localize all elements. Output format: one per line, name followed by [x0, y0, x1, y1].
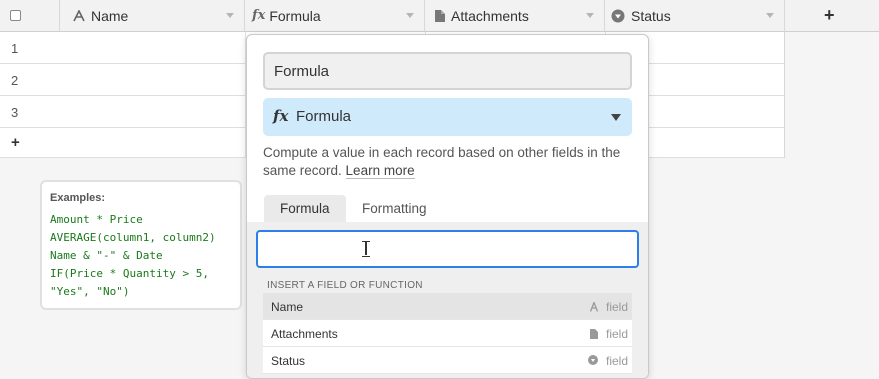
field-name-input[interactable]: Formula: [263, 52, 632, 90]
column-label-formula: Formula: [269, 7, 321, 24]
attachment-icon: [590, 329, 598, 339]
field-item-tag: field: [605, 327, 628, 341]
text-cursor-icon: [362, 241, 370, 257]
field-type-description: Compute a value in each record based on …: [263, 144, 635, 180]
insert-field-header: INSERT A FIELD OR FUNCTION: [267, 280, 423, 291]
row-number: 3: [11, 105, 19, 120]
status-icon: [611, 9, 625, 23]
field-item-name: Status: [271, 354, 306, 368]
text-icon: [73, 9, 85, 22]
example-line: IF(Price * Quantity > 5,: [50, 267, 209, 280]
column-label-attachments: Attachments: [451, 7, 529, 24]
list-item[interactable]: Name field: [263, 293, 632, 320]
description-text: Compute a value in each record based on …: [263, 145, 621, 178]
column-divider: [784, 32, 785, 158]
examples-title: Examples:: [50, 192, 106, 204]
example-line: Name & "-" & Date: [50, 249, 163, 262]
column-header-name[interactable]: Name: [60, 0, 245, 32]
field-type-label: Formula: [296, 108, 352, 125]
example-line: AVERAGE(column1, column2): [50, 231, 216, 244]
formula-input[interactable]: [256, 230, 639, 268]
column-header-status[interactable]: Status: [605, 0, 785, 32]
learn-more-link[interactable]: Learn more: [345, 163, 415, 179]
tab-formula[interactable]: Formula: [264, 195, 346, 222]
select-all-header[interactable]: [0, 0, 60, 32]
attachment-icon: [435, 9, 445, 22]
example-line: Amount * Price: [50, 213, 143, 226]
field-function-list: Name field Attachments field Status fiel…: [263, 293, 632, 374]
chevron-down-icon[interactable]: [766, 13, 774, 18]
chevron-down-icon[interactable]: [586, 13, 594, 18]
list-item[interactable]: Attachments field: [263, 320, 632, 347]
field-item-name: Attachments: [271, 327, 338, 341]
text-icon: [590, 302, 598, 312]
formula-editor-area: INSERT A FIELD OR FUNCTION Name field At…: [247, 222, 648, 378]
field-config-panel: Formula fx Formula Compute a value in ea…: [246, 34, 649, 379]
field-item-tag: field: [605, 354, 628, 368]
add-column-button[interactable]: +: [785, 0, 879, 32]
chevron-down-icon: [611, 114, 621, 121]
row-number: 1: [11, 41, 19, 56]
row-number: 2: [11, 73, 19, 88]
column-header-formula[interactable]: fx Formula: [245, 0, 425, 32]
field-item-tag: field: [605, 300, 628, 314]
column-header-attachments[interactable]: Attachments: [425, 0, 605, 32]
status-icon: [588, 355, 598, 365]
field-type-select[interactable]: fx Formula: [263, 98, 632, 136]
select-all-checkbox[interactable]: [10, 10, 21, 21]
chevron-down-icon[interactable]: [406, 13, 414, 18]
plus-icon: +: [11, 134, 20, 151]
example-line: "Yes", "No"): [50, 285, 130, 298]
plus-icon: +: [824, 5, 835, 25]
column-label-status: Status: [631, 7, 671, 24]
chevron-down-icon[interactable]: [226, 13, 234, 18]
field-item-name: Name: [271, 300, 304, 314]
tab-formatting[interactable]: Formatting: [346, 195, 443, 222]
list-item[interactable]: Status field: [263, 347, 632, 374]
panel-tabs: Formula Formatting: [247, 195, 648, 222]
column-label-name: Name: [91, 7, 129, 24]
formula-icon: fx: [273, 107, 289, 125]
formula-icon: fx: [252, 8, 266, 23]
formula-examples-tooltip: Examples: Amount * Price AVERAGE(column1…: [40, 180, 242, 310]
